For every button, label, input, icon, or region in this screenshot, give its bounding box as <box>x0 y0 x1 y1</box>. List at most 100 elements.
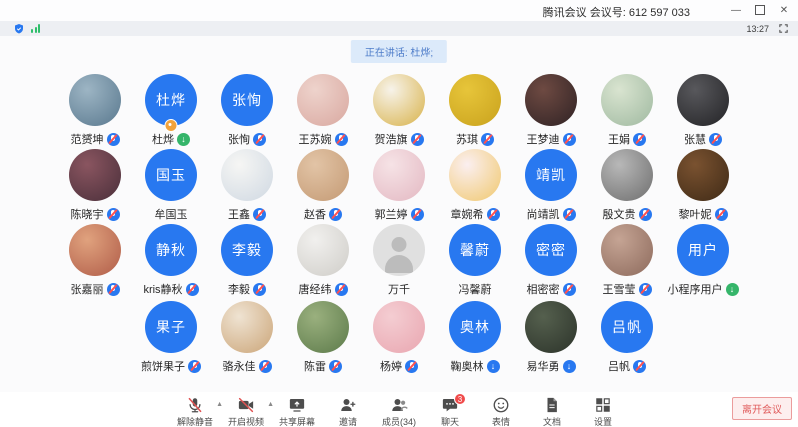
participant-tile[interactable]: 张慧 <box>665 74 741 149</box>
participant-nameline: 贺浩旗 <box>375 131 424 147</box>
meeting-window: 腾讯会议 会议号: 612 597 033 — ✕ 13:27 正在讲话: 杜烨… <box>0 0 798 427</box>
participant-nameline: 杜烨 <box>152 131 190 147</box>
toolbar-item-label: 开启视频 <box>228 415 264 427</box>
mic-muted-icon <box>259 360 272 373</box>
mic-muted-icon <box>487 208 500 221</box>
participant-name: 王鑫 <box>228 206 250 222</box>
mic-muted-icon <box>411 133 424 146</box>
network-signal-icon[interactable] <box>31 24 40 33</box>
participant-nameline: 范赟坤 <box>71 131 120 147</box>
toolbar-item-share-screen[interactable]: 共享屏幕 <box>278 396 316 427</box>
avatar-initials: 吕帆 <box>601 301 653 353</box>
participant-tile[interactable]: 国玉牟国玉 <box>133 149 209 224</box>
participant-tile[interactable]: 王娟 <box>589 74 665 149</box>
restore-button[interactable] <box>748 0 772 20</box>
participant-tile[interactable]: 陈雷 <box>285 301 361 376</box>
toolbar-item-mic-off[interactable]: ▲解除静音 <box>176 396 214 427</box>
document-icon <box>543 396 561 414</box>
avatar-photo <box>373 74 425 126</box>
host-badge-icon <box>165 119 178 132</box>
participant-tile[interactable]: 密密相密密 <box>513 224 589 299</box>
participant-tile[interactable]: 陈晓宇 <box>57 149 133 224</box>
mic-muted-icon <box>633 133 646 146</box>
toolbar-item-emoji[interactable]: 表情 <box>482 396 520 427</box>
participant-nameline: 赵香 <box>304 206 342 222</box>
participant-tile[interactable]: 范赟坤 <box>57 74 133 149</box>
participant-row: 陈晓宇国玉牟国玉王鑫 赵香 郭兰婷章婉希靖凯尚靖凯殷文贵黎叶妮 <box>0 149 798 224</box>
toolbar-item-label: 文档 <box>543 415 561 427</box>
speaking-banner: 正在讲话: 杜烨; <box>351 40 447 63</box>
window-title: 腾讯会议 会议号: 612 597 033 <box>543 4 690 20</box>
mic-muted-icon <box>563 208 576 221</box>
avatar-photo <box>601 224 653 276</box>
participant-tile[interactable]: 吕帆吕帆 <box>589 301 665 376</box>
participant-nameline: 唐经纬 <box>299 281 348 297</box>
toolbar-item-apps[interactable]: 设置 <box>584 396 622 427</box>
participant-tile[interactable]: 黎叶妮 <box>665 149 741 224</box>
participant-tile[interactable]: 奥林鞠奥林 <box>437 301 513 376</box>
participant-tile[interactable]: 馨蔚冯馨蔚 <box>437 224 513 299</box>
participant-name: 小程序用户 <box>668 281 723 297</box>
participant-tile[interactable]: 杨婷 <box>361 301 437 376</box>
participant-nameline: 殷文贵 <box>603 206 652 222</box>
minimize-button[interactable]: — <box>724 0 748 20</box>
fullscreen-icon[interactable] <box>778 23 789 34</box>
participant-tile[interactable]: 万千 <box>361 224 437 299</box>
participant-name: 张嘉丽 <box>71 281 104 297</box>
participant-name: 尚靖凯 <box>527 206 560 222</box>
toolbar-item-label: 表情 <box>492 415 510 427</box>
toolbar-item-chat[interactable]: 3聊天 <box>431 396 469 427</box>
participant-tile[interactable]: 骆永佳 <box>209 301 285 376</box>
avatar-initials: 密密 <box>525 224 577 276</box>
participant-tile[interactable]: 赵香 <box>285 149 361 224</box>
participant-tile[interactable]: 章婉希 <box>437 149 513 224</box>
toolbar-item-members[interactable]: 成员(34) <box>380 396 418 427</box>
mic-muted-icon <box>411 208 424 221</box>
participant-tile[interactable]: 靖凯尚靖凯 <box>513 149 589 224</box>
avatar-photo <box>601 74 653 126</box>
participant-tile[interactable]: 王梦迪 <box>513 74 589 149</box>
mic-muted-icon <box>107 283 120 296</box>
chevron-up-icon[interactable]: ▲ <box>216 401 223 408</box>
participant-tile[interactable]: 苏琪 <box>437 74 513 149</box>
participant-tile[interactable]: 静秋kris静秋 <box>133 224 209 299</box>
participant-tile[interactable]: 用户小程序用户 <box>665 224 741 299</box>
participant-tile[interactable]: 王雪莹 <box>589 224 665 299</box>
mic-muted-icon <box>709 133 722 146</box>
avatar-photo <box>221 149 273 201</box>
participant-name: 吕帆 <box>608 358 630 374</box>
participant-tile[interactable]: 王苏婉 <box>285 74 361 149</box>
toolbar-item-camera-off[interactable]: ▲开启视频 <box>227 396 265 427</box>
participant-tile[interactable]: 殷文贵 <box>589 149 665 224</box>
avatar-placeholder <box>373 224 425 276</box>
participant-tile[interactable]: 张嘉丽 <box>57 224 133 299</box>
participant-tile[interactable]: 王鑫 <box>209 149 285 224</box>
toolbar-item-document[interactable]: 文档 <box>533 396 571 427</box>
participant-nameline: 李毅 <box>228 281 266 297</box>
participant-tile[interactable]: 李毅李毅 <box>209 224 285 299</box>
participant-name: 苏琪 <box>456 131 478 147</box>
chevron-up-icon[interactable]: ▲ <box>267 401 274 408</box>
participant-name: 煎饼果子 <box>141 358 185 374</box>
mic-muted-icon <box>253 208 266 221</box>
close-button[interactable]: ✕ <box>772 0 796 20</box>
participant-name: 杨婷 <box>380 358 402 374</box>
participant-tile[interactable]: 郭兰婷 <box>361 149 437 224</box>
participant-nameline: 陈雷 <box>304 358 342 374</box>
toolbar-item-invite[interactable]: 邀请 <box>329 396 367 427</box>
participant-tile[interactable]: 杜烨杜烨 <box>133 74 209 149</box>
avatar-initials: 馨蔚 <box>449 224 501 276</box>
participant-tile[interactable]: 张恂张恂 <box>209 74 285 149</box>
mic-active-icon <box>726 283 739 296</box>
participant-tile[interactable]: 易华勇 <box>513 301 589 376</box>
shield-icon[interactable] <box>13 23 25 35</box>
participant-tile[interactable]: 唐经纬 <box>285 224 361 299</box>
participant-nameline: 苏琪 <box>456 131 494 147</box>
participant-nameline: 王鑫 <box>228 206 266 222</box>
participant-tile[interactable]: 果子煎饼果子 <box>133 301 209 376</box>
toolbar-item-label: 共享屏幕 <box>279 415 315 427</box>
participant-tile[interactable]: 贺浩旗 <box>361 74 437 149</box>
avatar-photo <box>297 149 349 201</box>
leave-meeting-button[interactable]: 离开会议 <box>732 397 792 420</box>
share-screen-icon <box>288 396 306 414</box>
